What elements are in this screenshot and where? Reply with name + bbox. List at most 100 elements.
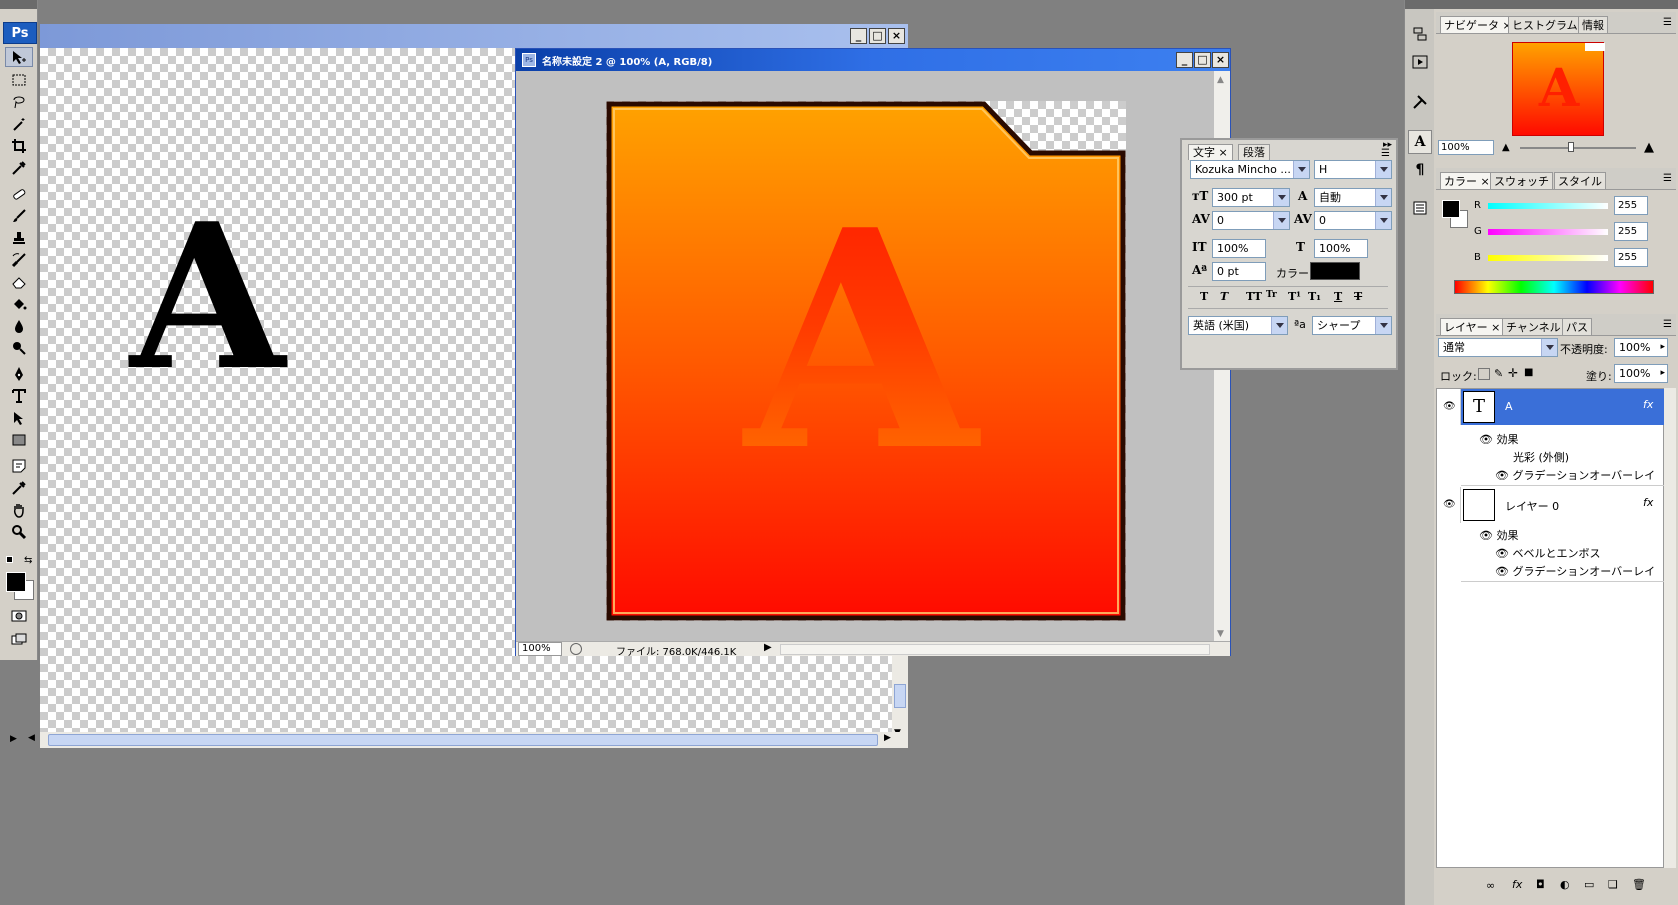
eye-icon[interactable]: 👁 [1443, 499, 1456, 510]
add-mask-icon[interactable]: ◘ [1536, 878, 1545, 891]
opacity-field[interactable]: 100% ▸ [1614, 338, 1668, 357]
close-icon[interactable]: × [1212, 52, 1229, 68]
superscript-button[interactable]: T¹ [1288, 290, 1301, 303]
paragraph-panel-icon[interactable]: ¶ [1408, 158, 1432, 182]
photoshop-logo[interactable]: Ps [3, 22, 37, 44]
clone-stamp-icon[interactable] [5, 228, 33, 248]
chevron-down-icon[interactable] [1375, 212, 1391, 229]
play-icon[interactable]: ▶ [10, 734, 22, 746]
eyedropper2-icon[interactable] [5, 478, 33, 498]
tab-channels[interactable]: チャンネル [1502, 318, 1565, 335]
character-panel-icon[interactable]: A [1408, 130, 1432, 154]
scroll-thumb[interactable] [894, 684, 906, 708]
vertical-scale-field[interactable]: 100% [1212, 239, 1266, 258]
quick-mask-icon[interactable] [5, 606, 33, 626]
scroll-down-icon[interactable]: ▼ [1217, 629, 1224, 639]
layers-scrollbar[interactable] [1664, 388, 1676, 868]
chevron-down-icon[interactable] [1375, 189, 1391, 206]
effect-gradient-overlay[interactable]: 👁 グラデーションオーバーレイ [1495, 563, 1655, 579]
minimize-icon[interactable]: _ [850, 28, 867, 44]
foreground-color-swatch[interactable] [6, 572, 26, 592]
status-menu-arrow-icon[interactable]: ▶ [764, 642, 772, 653]
color-spectrum-bar[interactable] [1454, 280, 1654, 294]
tab-info[interactable]: 情報 [1578, 16, 1608, 33]
eye-icon[interactable]: 👁 [1495, 547, 1509, 560]
layer-row-a[interactable]: T A fx [1461, 389, 1665, 425]
eyedropper-tool-icon[interactable] [5, 158, 33, 178]
font-family-select[interactable]: Kozuka Mincho ... [1190, 160, 1310, 179]
toolbox-grip[interactable] [0, 0, 37, 9]
tab-layers[interactable]: レイヤー × [1440, 318, 1505, 335]
fill-field[interactable]: 100% ▸ [1614, 364, 1668, 383]
eye-icon[interactable]: 👁 [1443, 401, 1456, 412]
tab-histogram[interactable]: ヒストグラム [1508, 16, 1582, 33]
text-color-swatch[interactable] [1310, 262, 1360, 280]
channel-b-slider[interactable] [1488, 255, 1608, 261]
tab-paragraph[interactable]: 段落 [1238, 144, 1270, 160]
panel-menu-icon[interactable]: ☰ [1663, 319, 1672, 330]
navigator-zoom-slider[interactable] [1520, 147, 1636, 149]
chevron-down-icon[interactable] [1375, 161, 1391, 178]
brush-tool-icon[interactable] [5, 206, 33, 226]
panel-menu-icon[interactable]: ☰ [1663, 17, 1672, 28]
chevron-down-icon[interactable] [1541, 339, 1557, 356]
shape-tool-icon[interactable] [5, 430, 33, 450]
horizontal-scroll-thumb[interactable] [48, 734, 878, 746]
tab-paths[interactable]: パス [1562, 318, 1592, 335]
document-1-titlebar[interactable]: _ □ × [40, 24, 908, 48]
eye-icon[interactable]: 👁 [1479, 433, 1493, 446]
maximize-icon[interactable]: □ [1194, 52, 1211, 68]
lasso-tool-icon[interactable] [5, 92, 33, 112]
language-select[interactable]: 英語 (米国) [1188, 316, 1288, 335]
tab-color[interactable]: カラー × [1440, 172, 1494, 189]
screen-mode-icon[interactable] [5, 630, 33, 650]
kerning-field[interactable]: 0 [1212, 211, 1290, 230]
chevron-down-icon[interactable] [1273, 212, 1289, 229]
channel-g-value[interactable]: 255 [1614, 222, 1648, 241]
document-2-artwork[interactable]: A [606, 101, 1126, 621]
eye-icon[interactable]: 👁 [1479, 529, 1493, 542]
eye-icon[interactable]: 👁 [1495, 565, 1509, 578]
lock-all-icon[interactable]: ■ [1524, 367, 1533, 378]
magic-wand-icon[interactable] [5, 114, 33, 134]
effects-row[interactable]: 👁 効果 [1479, 431, 1518, 447]
channel-r-slider[interactable] [1488, 203, 1608, 209]
status-info-icon[interactable] [570, 643, 582, 655]
channel-g-slider[interactable] [1488, 229, 1608, 235]
add-style-icon[interactable]: fx [1512, 878, 1522, 891]
move-tool-icon[interactable] [5, 47, 33, 67]
tracking-field[interactable]: 0 [1314, 211, 1392, 230]
blend-mode-select[interactable]: 通常 [1438, 338, 1558, 357]
crop-tool-icon[interactable] [5, 136, 33, 156]
tab-character[interactable]: 文字 × [1188, 144, 1233, 160]
close-icon[interactable]: × [888, 28, 905, 44]
type-tool-icon[interactable] [5, 386, 33, 406]
maximize-icon[interactable]: □ [869, 28, 886, 44]
zoom-out-icon[interactable]: ▲ [1502, 142, 1510, 153]
dock-grip[interactable] [1405, 0, 1435, 9]
navigator-thumbnail[interactable]: A [1512, 42, 1605, 136]
all-caps-button[interactable]: TT [1246, 290, 1262, 303]
layer-visibility-cell[interactable]: 👁 [1437, 487, 1461, 523]
trash-icon[interactable]: 🗑 [1632, 878, 1646, 891]
notes-tool-icon[interactable] [5, 456, 33, 476]
default-colors-icon[interactable]: ⇆ [4, 554, 34, 568]
layer-row-0[interactable]: レイヤー 0 fx [1461, 487, 1665, 523]
chevron-down-icon[interactable] [1273, 189, 1289, 206]
navigator-slider-handle[interactable] [1568, 142, 1574, 152]
zoom-in-icon[interactable]: ▲ [1644, 140, 1654, 155]
faux-bold-button[interactable]: T [1200, 290, 1208, 303]
column-grip[interactable] [1434, 0, 1678, 9]
navigator-zoom-field[interactable]: 100% [1438, 140, 1494, 155]
panel-menu-icon[interactable]: ☰ [1663, 173, 1672, 184]
zoom-tool-icon[interactable] [5, 522, 33, 542]
underline-button[interactable]: T [1334, 290, 1342, 303]
eye-icon[interactable]: 👁 [1495, 469, 1509, 482]
new-layer-icon[interactable]: ❑ [1608, 878, 1618, 891]
layer-visibility-cell[interactable]: 👁 [1437, 389, 1461, 425]
hand-tool-icon[interactable] [5, 500, 33, 520]
chevron-down-icon[interactable] [1293, 161, 1309, 178]
scroll-right-icon[interactable]: ▶ [884, 733, 891, 743]
history-panel-icon[interactable] [1408, 22, 1432, 46]
eraser-tool-icon[interactable] [5, 272, 33, 292]
